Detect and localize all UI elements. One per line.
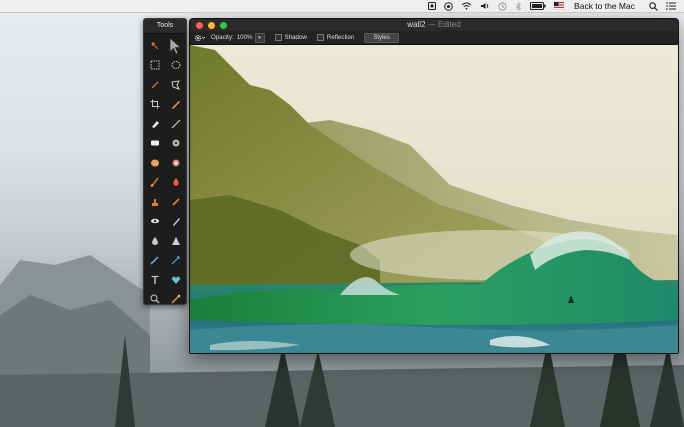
document-name: wall2	[407, 20, 426, 29]
lasso-tool-icon[interactable]	[144, 75, 165, 95]
wifi-icon[interactable]	[461, 2, 472, 10]
smudge-tool-icon[interactable]	[165, 192, 186, 212]
triangle-tool-icon[interactable]	[165, 231, 186, 251]
pencil-tool-icon[interactable]	[165, 95, 186, 115]
polygon-lasso-icon[interactable]	[165, 75, 186, 95]
arrow-cursor-icon[interactable]	[165, 36, 186, 56]
gear-menu-icon[interactable]	[194, 34, 205, 42]
record-icon[interactable]	[428, 2, 437, 10]
path-tool-icon[interactable]	[165, 251, 186, 271]
eyedropper-tool-icon[interactable]	[165, 290, 186, 310]
shadow-label: Shadow	[284, 34, 307, 41]
time-machine-icon[interactable]	[498, 1, 507, 11]
shape-heart-icon[interactable]	[165, 270, 186, 290]
user-name[interactable]: Back to the Mac	[574, 1, 635, 11]
notification-center-icon[interactable]	[666, 2, 676, 10]
brush-tool-icon[interactable]	[144, 173, 165, 193]
line-tool-icon[interactable]	[165, 114, 186, 134]
zoom-tool-icon[interactable]	[144, 290, 165, 310]
screen-recorder-icon[interactable]	[444, 1, 453, 11]
battery-icon[interactable]	[530, 2, 546, 10]
heal-tool-icon[interactable]	[165, 153, 186, 173]
opacity-dropdown-icon[interactable]: ▾	[254, 32, 265, 43]
image-window: wall2 — Edited Opacity: 100% ▾ Shadow Re…	[189, 18, 679, 354]
text-tool-icon[interactable]	[144, 270, 165, 290]
flag-icon[interactable]	[554, 2, 565, 10]
reflection-label: Reflection	[326, 34, 355, 41]
blur-drop-icon[interactable]	[144, 231, 165, 251]
shadow-checkbox[interactable]: Shadow	[274, 34, 307, 41]
text-box-icon[interactable]	[144, 134, 165, 154]
tools-palette: Tools	[143, 18, 187, 305]
crop-tool-icon[interactable]	[144, 95, 165, 115]
bluetooth-icon[interactable]	[515, 1, 522, 11]
opacity-label: Opacity:	[211, 34, 234, 41]
stamp-tool-icon[interactable]	[144, 192, 165, 212]
edited-label: Edited	[438, 20, 461, 29]
ellipse-select-icon[interactable]	[165, 56, 186, 76]
red-eye-tool-icon[interactable]	[144, 212, 165, 232]
opacity-field[interactable]: 100%	[237, 34, 253, 41]
clone-stamp-icon[interactable]	[165, 134, 186, 154]
move-tool-icon[interactable]	[144, 36, 165, 56]
tools-title: Tools	[144, 19, 186, 34]
shadow-checkbox-box[interactable]	[274, 34, 282, 41]
spotlight-search-icon[interactable]	[649, 1, 658, 11]
menu-bar: Back to the Mac	[0, 0, 684, 13]
sponge-tool-icon[interactable]	[144, 153, 165, 173]
eraser-tool-icon[interactable]	[144, 114, 165, 134]
image-canvas[interactable]	[190, 45, 678, 353]
volume-icon[interactable]	[480, 2, 490, 10]
window-titlebar[interactable]: wall2 — Edited	[190, 19, 678, 31]
burn-tool-icon[interactable]	[165, 173, 186, 193]
title-separator: —	[427, 20, 436, 29]
rect-select-icon[interactable]	[144, 56, 165, 76]
reflection-checkbox-box[interactable]	[316, 34, 324, 41]
styles-button[interactable]: Styles	[364, 32, 399, 43]
sharpen-tool-icon[interactable]	[165, 212, 186, 232]
pen-tool-icon[interactable]	[144, 251, 165, 271]
reflection-checkbox[interactable]: Reflection	[316, 34, 355, 41]
options-bar: Opacity: 100% ▾ Shadow Reflection Styles	[190, 31, 678, 45]
window-title: wall2 — Edited	[190, 19, 678, 31]
